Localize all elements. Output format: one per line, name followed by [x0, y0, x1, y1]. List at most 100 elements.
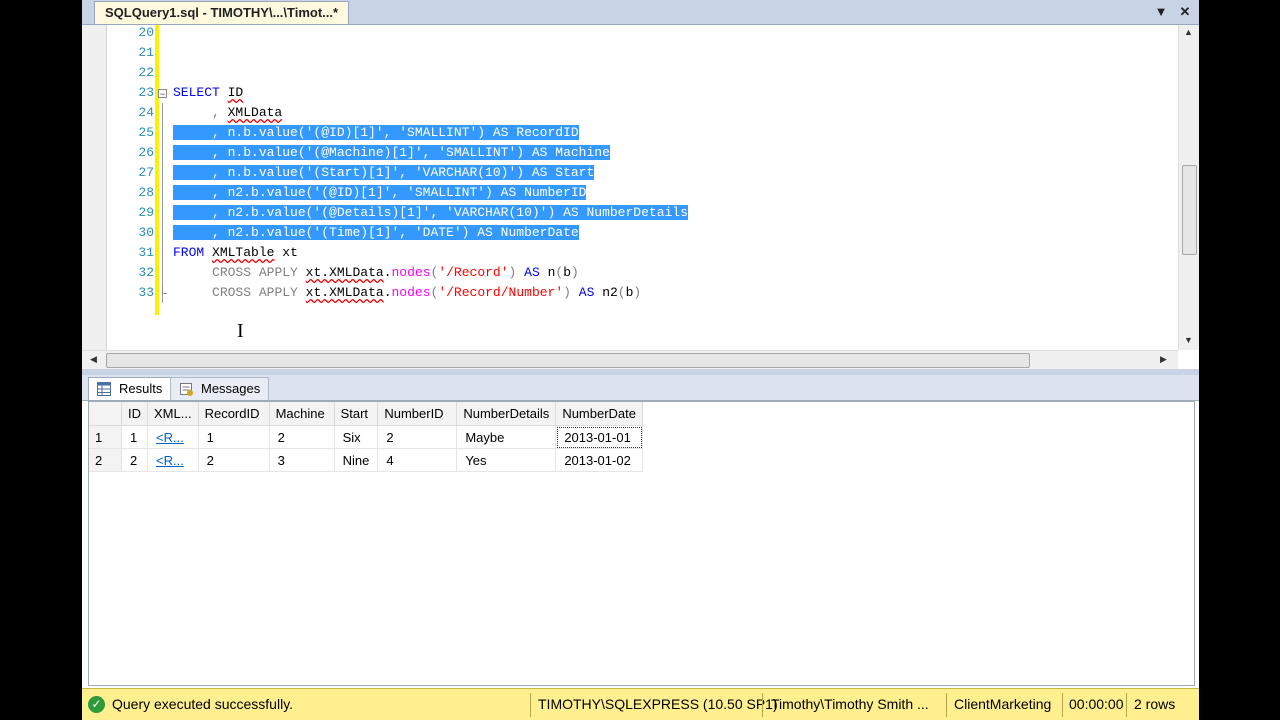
change-tracking-bar — [155, 25, 159, 315]
cell-number-details[interactable]: Maybe — [456, 425, 557, 449]
table-row[interactable]: 1 1 <R... 1 2 Six 2 Maybe 2013-01-01 — [89, 425, 644, 449]
code-line[interactable]: , n.b.value('(@ID)[1]', 'SMALLINT') AS R… — [173, 123, 579, 143]
code-line[interactable]: CROSS APPLY xt.XMLData.nodes('/Record') … — [173, 263, 579, 283]
line-number: 30 — [138, 225, 154, 240]
status-message: Query executed successfully. — [112, 696, 294, 712]
line-number: 31 — [138, 245, 154, 260]
cell-id[interactable]: 2 — [121, 448, 148, 472]
results-grid[interactable]: ID XML... RecordID Machine Start NumberI… — [88, 401, 1195, 686]
tab-messages[interactable]: Messages — [170, 377, 270, 400]
scroll-up-icon[interactable]: ▲ — [1184, 27, 1193, 37]
cell-start[interactable]: Six — [334, 425, 379, 449]
line-number: 29 — [138, 205, 154, 220]
code-line[interactable]: , XMLData — [173, 103, 282, 123]
cell-number-id[interactable]: 4 — [377, 448, 458, 472]
line-number: 21 — [138, 45, 154, 60]
status-rows: 2 rows — [1134, 696, 1176, 712]
tab-list-dropdown-icon[interactable]: ▼ — [1152, 3, 1170, 21]
code-line[interactable]: , n.b.value('(@Machine)[1]', 'SMALLINT')… — [173, 143, 610, 163]
line-number: 26 — [138, 145, 154, 160]
status-server: TIMOTHY\SQLEXPRESS (10.50 SP1) — [538, 696, 778, 712]
status-user: Timothy\Timothy Smith ... — [771, 696, 929, 712]
xml-link[interactable]: <R... — [156, 430, 184, 445]
cell-number-date[interactable]: 2013-01-01 — [555, 425, 644, 449]
code-line[interactable]: CROSS APPLY xt.XMLData.nodes('/Record/Nu… — [173, 283, 641, 303]
line-number: 27 — [138, 165, 154, 180]
column-header[interactable]: NumberDetails — [456, 402, 557, 426]
tab-messages-label: Messages — [201, 381, 261, 396]
divider — [530, 693, 531, 717]
row-number[interactable]: 1 — [89, 425, 122, 449]
outline-guide — [162, 103, 163, 303]
outline-end-icon: └ — [158, 286, 167, 300]
column-header[interactable]: XML... — [147, 402, 199, 426]
cell-record-id[interactable]: 2 — [198, 448, 270, 472]
code-line[interactable]: , n2.b.value('(Time)[1]', 'DATE') AS Num… — [173, 223, 579, 243]
cell-number-id[interactable]: 2 — [377, 425, 458, 449]
status-elapsed: 00:00:00 — [1069, 696, 1124, 712]
cell-record-id[interactable]: 1 — [198, 425, 270, 449]
divider — [1126, 693, 1127, 717]
column-header[interactable]: RecordID — [198, 402, 270, 426]
collapse-icon[interactable]: − — [158, 89, 167, 99]
cell-number-details[interactable]: Yes — [456, 448, 557, 472]
cell-id[interactable]: 1 — [121, 425, 148, 449]
messages-icon — [180, 383, 193, 396]
status-database: ClientMarketing — [954, 696, 1052, 712]
column-header[interactable]: Start — [334, 402, 379, 426]
tab-results-label: Results — [119, 381, 163, 396]
corner-cell[interactable] — [89, 402, 122, 426]
tab-results[interactable]: Results — [88, 377, 172, 400]
scroll-left-icon[interactable]: ◀ — [90, 354, 97, 365]
cell-number-date[interactable]: 2013-01-02 — [555, 448, 644, 472]
document-tab-strip: SQLQuery1.sql - TIMOTHY\...\Timot...* ▼ … — [82, 0, 1199, 25]
line-number: 22 — [138, 65, 154, 80]
code-line[interactable]: , n2.b.value('(@ID)[1]', 'SMALLINT') AS … — [173, 183, 587, 203]
code-line[interactable]: , n.b.value('(Start)[1]', 'VARCHAR(10)')… — [173, 163, 595, 183]
row-number[interactable]: 2 — [89, 448, 122, 472]
code-line[interactable]: SELECT ID — [173, 83, 243, 103]
results-table: ID XML... RecordID Machine Start NumberI… — [89, 402, 644, 472]
grid-icon — [97, 382, 111, 396]
horizontal-scroll-thumb[interactable] — [106, 353, 1030, 368]
cell-machine[interactable]: 3 — [269, 448, 335, 472]
vertical-scroll-thumb[interactable] — [1182, 165, 1197, 255]
table-row[interactable]: 2 2 <R... 2 3 Nine 4 Yes 2013-01-02 — [89, 448, 644, 472]
document-tab[interactable]: SQLQuery1.sql - TIMOTHY\...\Timot...* — [94, 1, 350, 24]
xml-link[interactable]: <R... — [156, 453, 184, 468]
line-number: 32 — [138, 265, 154, 280]
divider — [946, 693, 947, 717]
line-number: 33 — [138, 285, 154, 300]
line-number: 25 — [138, 125, 154, 140]
code-line[interactable]: , n2.b.value('(@Details)[1]', 'VARCHAR(1… — [173, 203, 688, 223]
success-check-icon: ✓ — [88, 696, 105, 713]
column-header[interactable]: NumberID — [377, 402, 458, 426]
results-tab-strip: Results Messages — [82, 375, 1199, 401]
column-header[interactable]: ID — [121, 402, 148, 426]
horizontal-scrollbar[interactable]: ◀ ▶ — [82, 350, 1178, 369]
cell-start[interactable]: Nine — [334, 448, 379, 472]
line-number: 20 — [138, 25, 154, 40]
sql-editor[interactable]: − └ 20 21 22 23 24 25 26 27 28 29 30 31 … — [82, 25, 1199, 350]
vertical-scrollbar[interactable]: ▲ ▼ — [1178, 25, 1199, 350]
text-cursor-icon: I — [237, 320, 244, 342]
scroll-down-icon[interactable]: ▼ — [1184, 335, 1193, 345]
line-number: 23 — [138, 85, 154, 100]
document-tab-title: SQLQuery1.sql - TIMOTHY\...\Timot...* — [105, 5, 339, 20]
cell-xml[interactable]: <R... — [147, 425, 199, 449]
divider — [1062, 693, 1063, 717]
editor-margin — [82, 25, 107, 350]
line-number: 28 — [138, 185, 154, 200]
status-bar: ✓ Query executed successfully. TIMOTHY\S… — [82, 688, 1199, 720]
code-line[interactable]: FROM XMLTable xt — [173, 243, 298, 263]
cell-xml[interactable]: <R... — [147, 448, 199, 472]
query-editor-window: SQLQuery1.sql - TIMOTHY\...\Timot...* ▼ … — [82, 0, 1199, 720]
line-number: 24 — [138, 105, 154, 120]
column-header[interactable]: NumberDate — [555, 402, 644, 426]
close-icon[interactable]: ✕ — [1176, 3, 1194, 21]
scroll-right-icon[interactable]: ▶ — [1160, 354, 1167, 365]
divider — [762, 693, 763, 717]
column-header[interactable]: Machine — [269, 402, 335, 426]
cell-machine[interactable]: 2 — [269, 425, 335, 449]
header-row: ID XML... RecordID Machine Start NumberI… — [89, 402, 644, 426]
